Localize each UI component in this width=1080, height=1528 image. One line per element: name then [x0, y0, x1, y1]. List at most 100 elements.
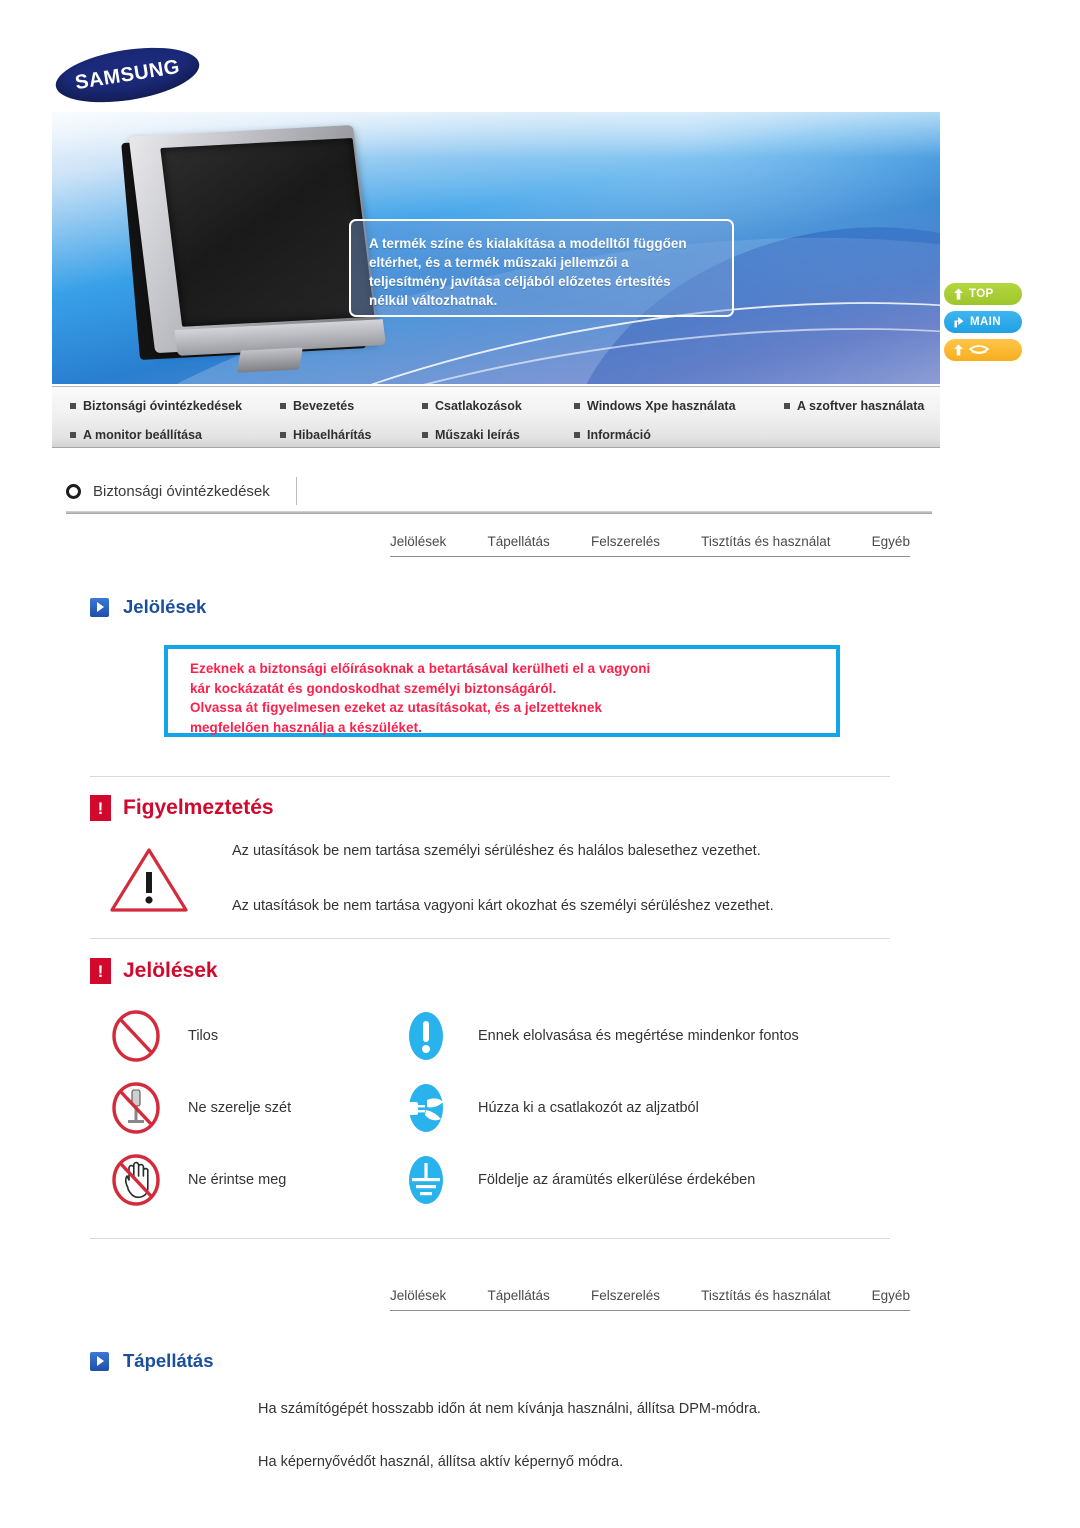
legend-row: Ne érintse meg Földelje az áramütés elke… — [110, 1144, 910, 1216]
arrow-up-icon — [954, 288, 963, 300]
section-heading-jelolesek: Jelölések — [90, 596, 206, 618]
nav-item-safety[interactable]: Biztonsági óvintézkedések — [70, 399, 280, 413]
book-icon — [969, 345, 989, 354]
banner-note-line-4: nélkül változhatnak. — [369, 293, 498, 309]
nav-label: A monitor beállítása — [83, 428, 203, 442]
nav-item-intro[interactable]: Bevezetés — [280, 399, 422, 413]
nav-label: Bevezetés — [293, 399, 355, 413]
legend-cell-prohibited: Tilos — [110, 1010, 400, 1062]
bullet-icon — [422, 432, 428, 438]
arrow-turn-up-icon — [954, 317, 964, 328]
nav-label: A szoftver használata — [797, 399, 925, 413]
bullet-icon — [784, 403, 790, 409]
power-text-block: Ha számítógépét hosszabb időn át nem kív… — [258, 1400, 958, 1506]
section-nav-row-2: A monitor beállítása Hibaelhárítás Műsza… — [52, 423, 940, 447]
legend-label: Ne szerelje szét — [188, 1100, 292, 1116]
nav-label: Hibaelhárítás — [293, 428, 372, 442]
section-heading-label: Jelölések — [123, 596, 207, 617]
exclamation-badge-icon: ! — [90, 958, 111, 984]
legend-label: Húzza ki a csatlakozót az aljzatból — [478, 1100, 699, 1116]
tab-jelolesek[interactable]: Jelölések — [390, 534, 446, 549]
tab-tapellatas-bottom[interactable]: Tápellátás — [487, 1288, 549, 1303]
top-button-label: TOP — [969, 288, 994, 300]
nav-label: Biztonsági óvintézkedések — [83, 399, 243, 413]
bullet-icon — [70, 403, 76, 409]
legend-cell-no-disassembly: Ne szerelje szét — [110, 1082, 400, 1134]
tab-jelolesek-bottom[interactable]: Jelölések — [390, 1288, 446, 1303]
monitor-stand-foot — [237, 347, 303, 373]
section-nav-row-1: Biztonsági óvintézkedések Bevezetés Csat… — [52, 394, 940, 418]
nav-item-specifications[interactable]: Műszaki leírás — [422, 428, 574, 442]
bullet-icon — [574, 403, 580, 409]
warning-line-2: Az utasítások be nem tartása vagyoni kár… — [232, 897, 774, 914]
breadcrumb-label: Biztonsági óvintézkedések — [93, 482, 270, 500]
tab-row-bottom: Jelölések Tápellátás Felszerelés Tisztít… — [390, 1288, 910, 1311]
legend-row: Tilos Ennek elolvasása és megértése mind… — [110, 1000, 910, 1072]
top-button[interactable]: TOP — [944, 283, 1022, 305]
divider-below-symbols — [90, 1238, 890, 1239]
symbols-heading: ! Jelölések — [90, 958, 218, 984]
legend-label: Tilos — [188, 1028, 219, 1044]
symbols-heading-label: Jelölések — [123, 959, 218, 982]
breadcrumb-underline — [66, 511, 932, 514]
tab-tisztitas[interactable]: Tisztítás és használat — [701, 534, 830, 549]
page-root: SAMSUNG A termék színe és kialakítása a … — [0, 0, 1080, 1528]
samsung-logo: SAMSUNG — [51, 38, 204, 112]
notice-line-4: megfelelően használja a készüléket. — [190, 720, 422, 736]
bullet-icon — [280, 432, 286, 438]
product-banner: A termék színe és kialakítása a modelltő… — [52, 112, 940, 384]
no-disassembly-icon — [112, 1082, 160, 1134]
nav-item-software[interactable]: A szoftver használata — [784, 399, 924, 413]
nav-item-windows-xpe[interactable]: Windows Xpe használata — [574, 399, 784, 413]
warning-text-block: Az utasítások be nem tartása személyi sé… — [232, 842, 932, 952]
legend-label: Ne érintse meg — [188, 1172, 287, 1188]
exclamation-mandatory-icon — [409, 1012, 443, 1060]
arrow-up-small-icon — [954, 344, 963, 356]
manual-button[interactable] — [944, 339, 1022, 361]
tab-egyeb[interactable]: Egyéb — [872, 534, 910, 549]
tab-egyeb-bottom[interactable]: Egyéb — [872, 1288, 910, 1303]
legend-label: Földelje az áramütés elkerülése érdekébe… — [478, 1172, 756, 1188]
tab-tapellatas[interactable]: Tápellátás — [487, 534, 549, 549]
divider-above-warning — [90, 776, 890, 777]
banner-disclaimer-box: A termék színe és kialakítása a modelltő… — [349, 219, 734, 317]
nav-item-troubleshooting[interactable]: Hibaelhárítás — [280, 428, 422, 442]
main-button-label: MAIN — [970, 316, 1001, 328]
blue-arrow-icon — [90, 1351, 109, 1371]
safety-notice-box: Ezeknek a biztonsági előírásoknak a beta… — [164, 645, 840, 737]
notice-line-1: Ezeknek a biztonsági előírásoknak a beta… — [190, 661, 651, 676]
bullet-icon — [574, 432, 580, 438]
blue-arrow-icon — [90, 597, 109, 617]
warning-line-1: Az utasítások be nem tartása személyi sé… — [232, 843, 761, 859]
nav-item-information[interactable]: Információ — [574, 428, 651, 442]
nav-label: Információ — [587, 428, 651, 442]
tab-tisztitas-bottom[interactable]: Tisztítás és használat — [701, 1288, 830, 1303]
banner-note-line-1: A termék színe és kialakítása a modelltő… — [369, 236, 687, 251]
tab-row-top: Jelölések Tápellátás Felszerelés Tisztít… — [390, 534, 910, 557]
legend-row: Ne szerelje szét Húzza ki a csatlakozót … — [110, 1072, 910, 1144]
main-button[interactable]: MAIN — [944, 311, 1022, 333]
section-heading-tapellatas: Tápellátás — [90, 1350, 214, 1372]
monitor-screen — [160, 138, 375, 327]
nav-label: Műszaki leírás — [435, 428, 520, 442]
exclamation-badge-icon: ! — [90, 795, 111, 821]
banner-note-line-3: teljesítmény javítása céljából előzetes … — [369, 274, 671, 290]
quick-nav-buttons: TOP MAIN — [944, 283, 1022, 361]
tab-felszereles-bottom[interactable]: Felszerelés — [591, 1288, 660, 1303]
divider-above-symbols — [90, 938, 890, 939]
unplug-mandatory-icon — [409, 1084, 443, 1132]
nav-item-monitor-setup[interactable]: A monitor beállítása — [70, 428, 280, 442]
power-line-1: Ha számítógépét hosszabb időn át nem kív… — [258, 1401, 761, 1417]
legend-cell-grounding: Földelje az áramütés elkerülése érdekébe… — [400, 1154, 755, 1206]
legend-cell-do-not-touch: Ne érintse meg — [110, 1154, 400, 1206]
ring-icon — [66, 483, 81, 499]
banner-note-line-2: eltérhet, és a termék műszaki jellemzői … — [369, 255, 629, 271]
bullet-icon — [70, 432, 76, 438]
grounding-mandatory-icon — [409, 1156, 443, 1204]
monitor-bezel — [128, 125, 386, 356]
notice-line-3: Olvassa át figyelmesen ezeket az utasítá… — [190, 700, 603, 716]
breadcrumb: Biztonsági óvintézkedések — [66, 474, 926, 508]
bullet-icon — [280, 403, 286, 409]
tab-felszereles[interactable]: Felszerelés — [591, 534, 660, 549]
nav-item-connections[interactable]: Csatlakozások — [422, 399, 574, 413]
